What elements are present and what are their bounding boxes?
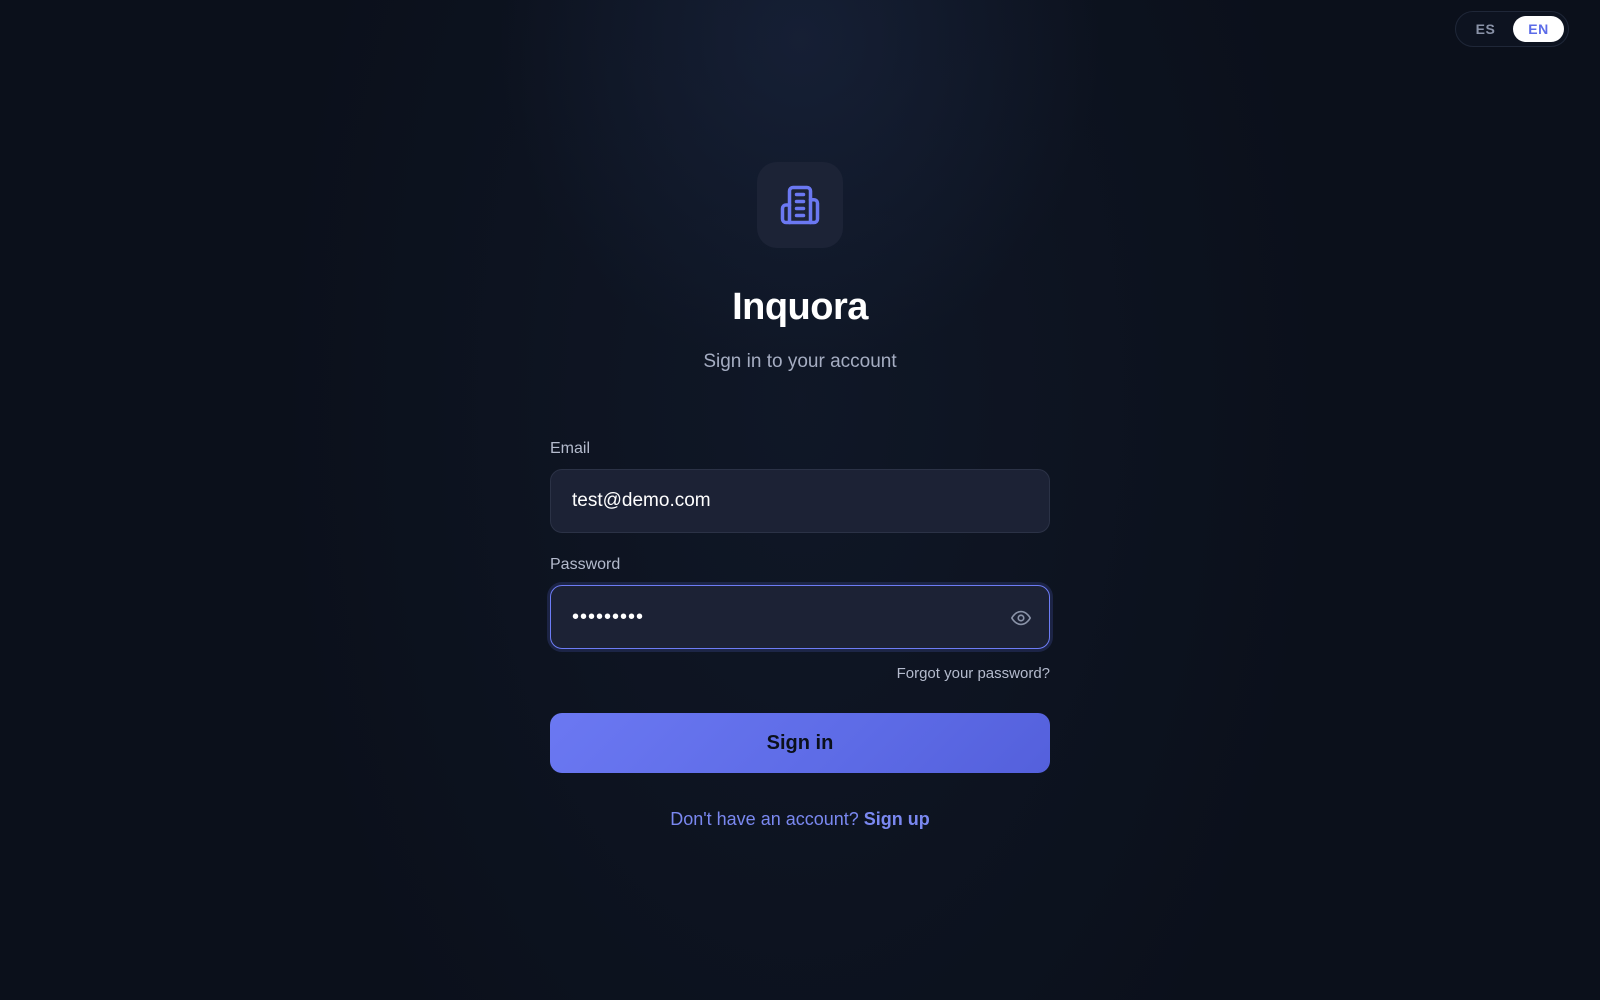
language-option-es[interactable]: ES xyxy=(1460,16,1511,42)
email-label: Email xyxy=(550,440,591,457)
eye-icon[interactable] xyxy=(1009,607,1033,629)
email-field-wrapper xyxy=(550,469,1050,533)
app-name: Inquora xyxy=(732,286,868,328)
sign-in-form: Email Password Forgot your password? Sig… xyxy=(550,440,1050,830)
page-subtitle: Sign in to your account xyxy=(703,351,897,372)
sign-in-button[interactable]: Sign in xyxy=(550,713,1050,773)
signup-prompt-text: Don't have an account? xyxy=(670,809,859,829)
building-icon xyxy=(780,185,820,225)
app-logo xyxy=(757,162,843,248)
password-input[interactable] xyxy=(551,586,1049,648)
language-switch: ES EN xyxy=(1455,11,1569,47)
forgot-password-link[interactable]: Forgot your password? xyxy=(550,665,1050,683)
password-field-wrapper xyxy=(550,585,1050,649)
password-label: Password xyxy=(550,556,621,573)
language-option-en[interactable]: EN xyxy=(1513,16,1564,42)
sign-up-link[interactable]: Sign up xyxy=(864,809,930,829)
email-input[interactable] xyxy=(551,470,1049,532)
signup-prompt-row: Don't have an account? Sign up xyxy=(550,809,1050,830)
